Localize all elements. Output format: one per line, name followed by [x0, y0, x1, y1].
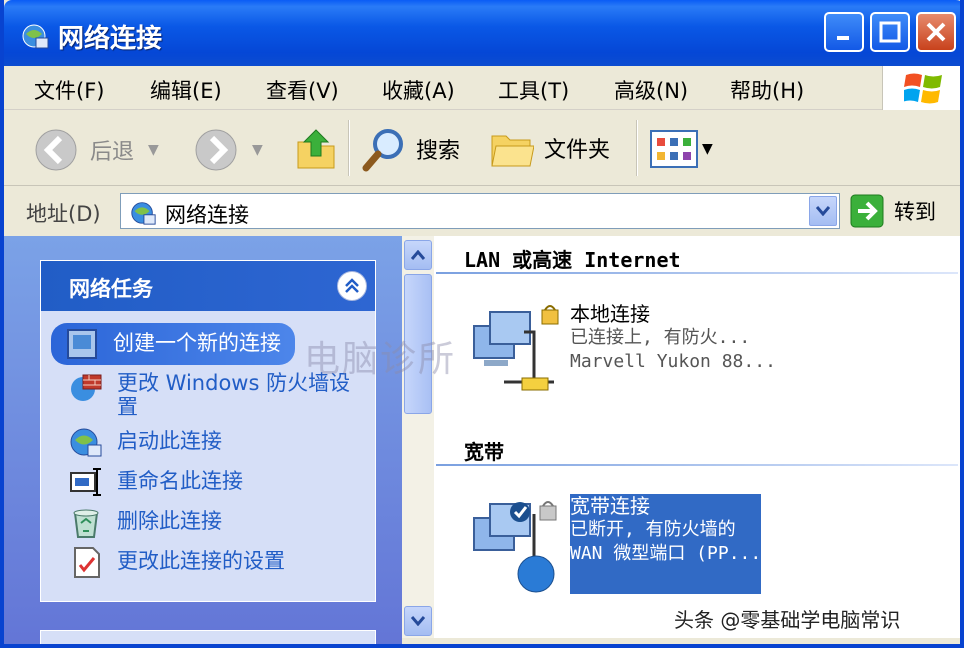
maximize-button[interactable] [870, 12, 910, 52]
address-bar: 地址(D) 网络连接 转到 [4, 186, 960, 236]
menu-favorites[interactable]: 收藏(A) [382, 75, 455, 105]
task-delete-connection[interactable]: 删除此连接 [69, 505, 222, 539]
collapse-button[interactable] [337, 271, 367, 301]
menu-edit[interactable]: 编辑(E) [150, 75, 222, 105]
chevron-down-icon [816, 206, 830, 216]
connection-name: 本地连接 [570, 302, 650, 326]
connection-broadband[interactable]: 宽带连接 已断开, 有防火墙的 WAN 微型端口 (PP... [464, 494, 762, 594]
menu-help[interactable]: 帮助(H) [730, 75, 804, 105]
new-connection-icon [67, 329, 97, 359]
vertical-scrollbar[interactable] [402, 236, 434, 638]
task-change-settings[interactable]: 更改此连接的设置 [69, 545, 285, 579]
search-label: 搜索 [416, 139, 461, 164]
windows-logo-icon [882, 66, 960, 110]
task-label: 启动此连接 [117, 429, 222, 453]
rename-icon [70, 468, 101, 496]
connection-status: 已连接上, 有防火... [570, 327, 751, 348]
explorer-window: 网络连接 文件(F) 编辑(E) 查看(V) 收藏(A) 工具(T) 高级(N)… [0, 0, 964, 648]
address-input[interactable]: 网络连接 [120, 193, 840, 229]
folders-icon [491, 135, 534, 167]
network-connections-icon [22, 24, 49, 49]
connection-status: 已断开, 有防火墙的 [570, 519, 736, 540]
up-folder-icon [297, 129, 335, 169]
forward-button[interactable]: ▼ [194, 128, 263, 172]
chevron-down-icon [411, 616, 425, 626]
back-dropdown-icon[interactable]: ▼ [148, 142, 159, 158]
broadband-connection-icon [464, 494, 568, 594]
task-pane: 网络任务 创建一个新的连接 更改 Windows 防火墙设置 启动此连接 重命名… [4, 236, 402, 644]
task-label: 删除此连接 [117, 509, 222, 533]
folders-label: 文件夹 [544, 138, 611, 163]
go-arrow-icon [850, 194, 884, 228]
up-folder-button[interactable] [296, 126, 336, 170]
minimize-button[interactable] [824, 12, 864, 52]
scroll-down-button[interactable] [404, 606, 432, 636]
chevron-up-icon [411, 250, 425, 260]
toolbar-separator [636, 120, 638, 176]
recycle-bin-icon [73, 509, 99, 538]
group-divider [436, 272, 958, 274]
task-label: 重命名此连接 [117, 469, 243, 493]
folders-button[interactable]: 文件夹 [490, 128, 610, 168]
watermark-corner: 头条 @零基础学电脑常识 [674, 608, 901, 632]
connection-local-area[interactable]: 本地连接 已连接上, 有防火... Marvell Yukon 88... [464, 302, 776, 402]
address-dropdown-button[interactable] [809, 196, 837, 226]
menu-bar: 文件(F) 编辑(E) 查看(V) 收藏(A) 工具(T) 高级(N) 帮助(H… [4, 66, 960, 110]
menu-advanced[interactable]: 高级(N) [614, 75, 688, 105]
views-button[interactable]: ▼ [650, 130, 713, 168]
task-create-connection[interactable]: 创建一个新的连接 [51, 323, 295, 365]
toolbar-separator [348, 120, 350, 176]
search-icon [362, 129, 403, 172]
back-arrow-icon [35, 129, 77, 171]
connection-details: 宽带连接 已断开, 有防火墙的 WAN 微型端口 (PP... [570, 494, 762, 594]
task-label: 更改此连接的设置 [117, 549, 285, 573]
window-title: 网络连接 [58, 24, 163, 54]
next-tasks-panel [40, 630, 376, 644]
firewall-icon [71, 374, 102, 401]
views-icon [650, 130, 698, 168]
toolbar: 后退 ▼ ▼ 搜索 文件夹 ▼ [4, 110, 960, 186]
group-title-lan: LAN 或高速 Internet [464, 248, 681, 272]
back-label: 后退 [90, 140, 135, 165]
scroll-up-button[interactable] [404, 240, 432, 270]
connection-name: 宽带连接 [570, 494, 650, 518]
close-icon [926, 22, 946, 42]
lan-connection-icon [464, 302, 568, 402]
address-value: 网络连接 [165, 203, 249, 227]
menu-view[interactable]: 查看(V) [266, 75, 339, 105]
group-title-broadband: 宽带 [464, 440, 504, 464]
network-tasks-panel: 网络任务 创建一个新的连接 更改 Windows 防火墙设置 启动此连接 重命名… [40, 260, 376, 602]
title-bar[interactable]: 网络连接 [4, 0, 960, 66]
back-button[interactable]: 后退 ▼ [34, 128, 159, 172]
connection-device: Marvell Yukon 88... [570, 351, 776, 372]
forward-dropdown-icon[interactable]: ▼ [252, 142, 263, 158]
network-tasks-title: 网络任务 [69, 277, 153, 301]
close-button[interactable] [916, 12, 956, 52]
forward-arrow-icon [195, 129, 237, 171]
views-dropdown-icon[interactable]: ▼ [702, 141, 713, 157]
network-connections-icon [131, 202, 156, 225]
properties-icon [74, 547, 100, 578]
search-button[interactable]: 搜索 [362, 126, 460, 172]
menu-tools[interactable]: 工具(T) [498, 75, 569, 105]
task-start-connection[interactable]: 启动此连接 [69, 425, 222, 459]
maximize-icon [879, 21, 901, 43]
connection-device: WAN 微型端口 (PP... [570, 543, 762, 564]
connections-list: LAN 或高速 Internet 本地连接 已连接上, 有防火... Marve… [434, 236, 960, 638]
address-label: 地址(D) [26, 202, 101, 226]
task-label: 创建一个新的连接 [113, 331, 281, 355]
go-label: 转到 [894, 200, 936, 224]
network-tasks-header[interactable]: 网络任务 [41, 261, 375, 311]
network-globe-icon [70, 428, 102, 457]
double-chevron-up-icon [345, 278, 359, 293]
go-button[interactable]: 转到 [850, 194, 936, 228]
watermark-center: 电脑诊所 [304, 339, 457, 380]
task-rename-connection[interactable]: 重命名此连接 [69, 465, 243, 499]
group-divider [436, 464, 958, 466]
connection-details: 本地连接 已连接上, 有防火... Marvell Yukon 88... [570, 302, 776, 402]
minimize-icon [837, 36, 849, 40]
menu-file[interactable]: 文件(F) [34, 75, 104, 105]
